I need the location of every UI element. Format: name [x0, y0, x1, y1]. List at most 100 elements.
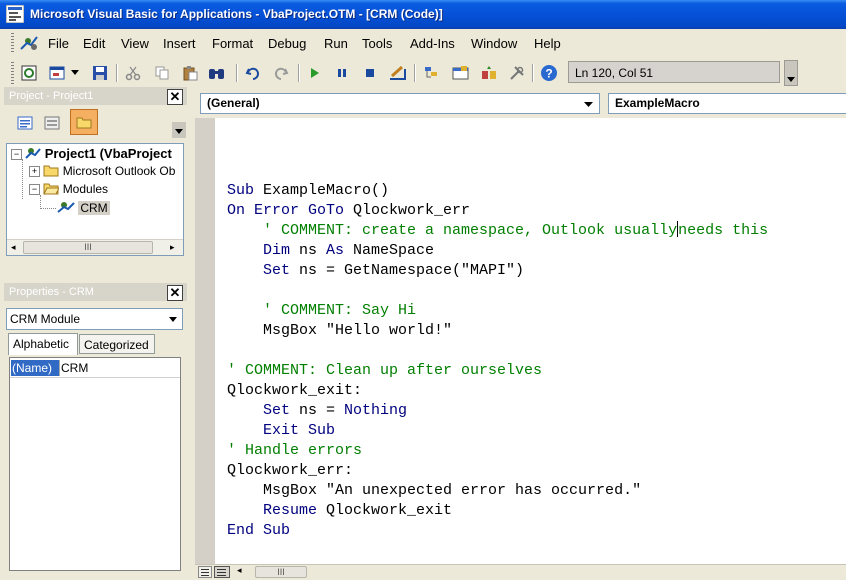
- code-keyword: Exit Sub: [227, 422, 336, 439]
- view-code-icon[interactable]: [16, 114, 34, 132]
- project-pane-toolbar: [6, 108, 186, 138]
- tree-item-outlook-objects[interactable]: + Microsoft Outlook Ob: [29, 164, 175, 178]
- break-icon[interactable]: [333, 64, 351, 82]
- menu-window[interactable]: Window: [471, 36, 517, 51]
- menu-file[interactable]: File: [48, 36, 69, 51]
- code-keyword: On Error GoTo: [227, 202, 345, 219]
- menu-run[interactable]: Run: [324, 36, 348, 51]
- code-keyword: Dim: [227, 242, 291, 259]
- find-icon[interactable]: [208, 64, 226, 82]
- collapse-icon[interactable]: −: [11, 149, 22, 160]
- toggle-folders-button[interactable]: [70, 109, 98, 135]
- toolbar-separator: [298, 64, 300, 82]
- code-line[interactable]: Set ns = GetNamespace("MAPI"): [227, 261, 524, 281]
- reset-icon[interactable]: [361, 64, 379, 82]
- cut-icon[interactable]: [124, 64, 142, 82]
- vba-app-icon: [6, 5, 24, 23]
- code-line[interactable]: ' COMMENT: Say Hi: [227, 301, 416, 321]
- code-text: NameSpace: [344, 242, 435, 259]
- property-value-cell[interactable]: CRM: [61, 360, 88, 376]
- scroll-right-icon[interactable]: ▸: [170, 242, 175, 253]
- code-keyword: As: [326, 242, 345, 259]
- property-grid: (Name) CRM: [9, 357, 181, 571]
- menu-edit[interactable]: Edit: [83, 36, 105, 51]
- menu-help[interactable]: Help: [534, 36, 561, 51]
- expand-icon[interactable]: +: [29, 166, 40, 177]
- run-icon[interactable]: [305, 64, 323, 82]
- help-icon[interactable]: ?: [540, 64, 558, 82]
- object-combo[interactable]: (General): [200, 93, 600, 114]
- code-line[interactable]: Resume Qlockwork_exit: [227, 501, 452, 521]
- code-line[interactable]: Dim ns As NameSpace: [227, 241, 434, 261]
- vba-menu-icon[interactable]: [19, 33, 41, 53]
- object-select[interactable]: CRM Module: [6, 308, 183, 330]
- menu-bar: File Edit View Insert Format Debug Run T…: [0, 29, 846, 59]
- code-text: Qlockwork_err:: [227, 462, 354, 479]
- code-line[interactable]: Sub ExampleMacro(): [227, 181, 389, 201]
- svg-text:?: ?: [545, 67, 552, 81]
- tree-item-modules[interactable]: − Modules: [29, 182, 108, 196]
- code-line[interactable]: MsgBox "Hello world!": [227, 321, 452, 341]
- pane-toolbar-overflow[interactable]: [172, 122, 186, 138]
- menu-debug[interactable]: Debug: [268, 36, 306, 51]
- copy-icon[interactable]: [153, 64, 171, 82]
- project-pane-title: Project - Project1: [4, 87, 187, 105]
- view-object-icon[interactable]: [43, 114, 61, 132]
- menu-add-ins[interactable]: Add-Ins: [410, 36, 455, 51]
- cursor-position-display: Ln 120, Col 51: [568, 61, 780, 83]
- code-line[interactable]: Set ns = Nothing: [227, 401, 407, 421]
- code-line[interactable]: ' Handle errors: [227, 441, 362, 461]
- close-icon[interactable]: ✕: [167, 285, 183, 301]
- chevron-down-icon[interactable]: [70, 64, 80, 82]
- code-editor[interactable]: Sub ExampleMacro() On Error GoTo Qlockwor…: [215, 118, 846, 564]
- menubar-grip[interactable]: [11, 33, 14, 54]
- properties-window-icon[interactable]: [452, 64, 470, 82]
- procedure-combo[interactable]: ExampleMacro: [608, 93, 846, 114]
- insert-userform-icon[interactable]: [49, 64, 67, 82]
- code-keyword: Set: [227, 402, 291, 419]
- tab-alphabetic[interactable]: Alphabetic: [8, 333, 78, 355]
- save-icon[interactable]: [91, 64, 109, 82]
- redo-icon[interactable]: [272, 64, 290, 82]
- code-hscroll-thumb[interactable]: III: [255, 566, 307, 578]
- tree-item-crm[interactable]: CRM: [57, 200, 110, 215]
- view-host-icon[interactable]: [20, 64, 38, 82]
- design-mode-icon[interactable]: [389, 64, 407, 82]
- menu-tools[interactable]: Tools: [362, 36, 392, 51]
- code-line[interactable]: ' COMMENT: Clean up after ourselves: [227, 361, 542, 381]
- folder-icon: [43, 165, 59, 177]
- code-line[interactable]: End Sub: [227, 521, 290, 541]
- toolbar-grip[interactable]: [11, 62, 14, 84]
- menu-format[interactable]: Format: [212, 36, 253, 51]
- code-comment: ' COMMENT: create a namespace, Outlook u…: [227, 222, 678, 239]
- tab-categorized[interactable]: Categorized: [79, 334, 155, 354]
- code-line[interactable]: Qlockwork_err:: [227, 461, 353, 481]
- code-line[interactable]: MsgBox "An unexpected error has occurred…: [227, 481, 641, 501]
- code-line[interactable]: ' COMMENT: create a namespace, Outlook u…: [227, 221, 768, 241]
- undo-icon[interactable]: [244, 64, 262, 82]
- object-browser-icon[interactable]: [480, 64, 498, 82]
- code-keyword: Resume: [227, 502, 318, 519]
- paste-icon[interactable]: [181, 64, 199, 82]
- scroll-left-icon[interactable]: ◂: [11, 242, 16, 253]
- close-icon[interactable]: ✕: [167, 89, 183, 105]
- code-line[interactable]: Exit Sub: [227, 421, 335, 441]
- project-explorer-icon[interactable]: [423, 64, 441, 82]
- code-window-header: (General) ExampleMacro: [195, 90, 846, 116]
- code-line[interactable]: On Error GoTo Qlockwork_err: [227, 201, 470, 221]
- full-module-view-icon[interactable]: [214, 566, 230, 578]
- code-margin-indicator-bar[interactable]: [195, 118, 215, 564]
- collapse-icon[interactable]: −: [29, 184, 40, 195]
- title-bar[interactable]: Microsoft Visual Basic for Applications …: [0, 0, 846, 29]
- property-name-cell[interactable]: (Name): [11, 360, 60, 376]
- scroll-left-icon[interactable]: ◂: [237, 565, 242, 576]
- project-tree-hscrollbar[interactable]: ◂ III ▸: [7, 239, 183, 255]
- tree-item-project[interactable]: − Project1 (VbaProject: [11, 146, 172, 161]
- toolbar-options-button[interactable]: [784, 60, 798, 86]
- scroll-thumb[interactable]: III: [23, 241, 153, 254]
- procedure-view-icon[interactable]: [198, 566, 212, 578]
- toolbox-icon[interactable]: [508, 64, 526, 82]
- menu-insert[interactable]: Insert: [163, 36, 196, 51]
- menu-view[interactable]: View: [121, 36, 149, 51]
- code-line[interactable]: Qlockwork_exit:: [227, 381, 362, 401]
